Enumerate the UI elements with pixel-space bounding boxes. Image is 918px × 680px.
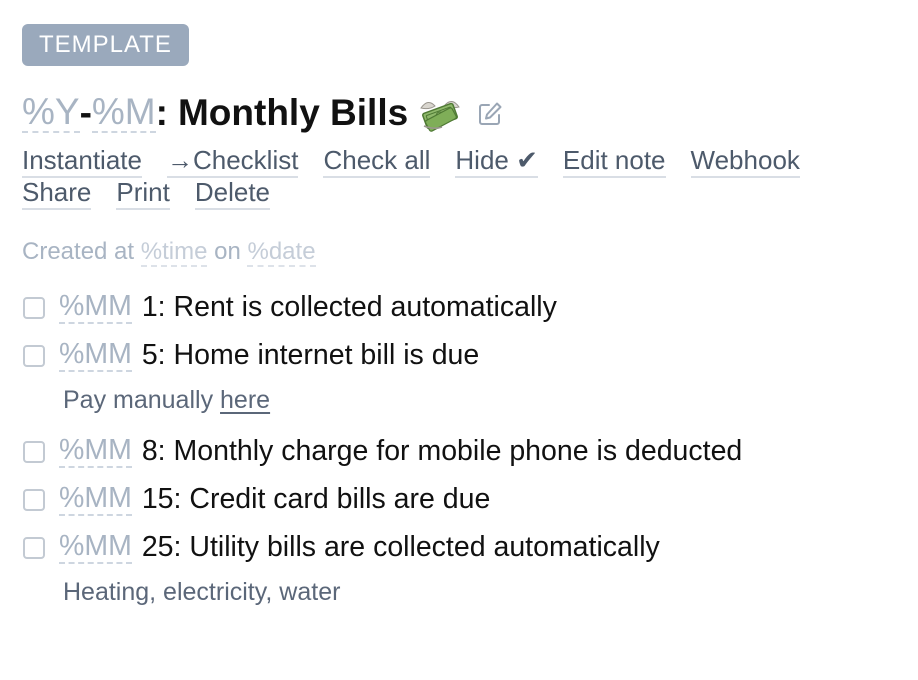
- item-text: 5: Home internet bill is due: [141, 339, 480, 372]
- month-placeholder: %M: [91, 90, 156, 134]
- action-bar: Instantiate →Checklist Check all Hide ✔ …: [22, 145, 918, 210]
- edit-note-link[interactable]: Edit note: [562, 145, 666, 178]
- time-placeholder: %time: [140, 237, 208, 267]
- title-separator: :: [155, 92, 168, 133]
- item-note: Heating, electricity, water: [22, 572, 918, 612]
- month-day-placeholder: %MM: [59, 289, 132, 324]
- month-day-placeholder: %MM: [59, 337, 132, 372]
- edit-icon[interactable]: [476, 95, 504, 125]
- pay-here-link[interactable]: here: [220, 386, 270, 414]
- item-text: 15: Credit card bills are due: [141, 483, 491, 516]
- money-with-wings-icon: [418, 94, 462, 132]
- to-checklist-link[interactable]: →Checklist: [166, 145, 299, 178]
- webhook-link[interactable]: Webhook: [690, 145, 800, 178]
- title-dash: -: [79, 92, 92, 133]
- page-title: %Y - %M : Monthly Bills: [22, 90, 918, 136]
- delete-link[interactable]: Delete: [194, 177, 271, 210]
- item-checkbox[interactable]: [23, 344, 45, 367]
- action-row-1: Instantiate →Checklist Check all Hide ✔ …: [22, 145, 918, 178]
- year-placeholder: %Y: [22, 90, 80, 134]
- item-note-text: Pay manually: [63, 385, 214, 414]
- item-checkbox[interactable]: [23, 488, 45, 511]
- instantiate-link[interactable]: Instantiate: [22, 145, 142, 178]
- note-page: TEMPLATE %Y - %M : Monthly Bills Instant…: [0, 0, 918, 680]
- print-link[interactable]: Print: [116, 177, 170, 210]
- action-row-2: Share Print Delete: [22, 177, 918, 210]
- hide-checked-link[interactable]: Hide ✔: [455, 145, 538, 178]
- item-note-text: Heating, electricity, water: [63, 577, 341, 606]
- created-line: Created at %time on %date: [22, 237, 918, 267]
- month-day-placeholder: %MM: [59, 529, 132, 564]
- month-day-placeholder: %MM: [59, 481, 132, 516]
- item-checkbox[interactable]: [23, 296, 45, 319]
- checklist-item: %MM 25: Utility bills are collected auto…: [22, 524, 918, 572]
- item-text: 25: Utility bills are collected automati…: [141, 531, 660, 564]
- item-checkbox[interactable]: [23, 536, 45, 559]
- checklist-item: %MM 5: Home internet bill is due: [22, 332, 918, 380]
- check-all-link[interactable]: Check all: [323, 145, 431, 178]
- item-text: 1: Rent is collected automatically: [141, 291, 557, 324]
- month-day-placeholder: %MM: [59, 433, 132, 468]
- created-prefix: Created at: [22, 237, 135, 265]
- created-on: on: [214, 237, 241, 265]
- item-note: Pay manually here: [22, 380, 918, 420]
- checklist-item: %MM 8: Monthly charge for mobile phone i…: [22, 428, 918, 476]
- date-placeholder: %date: [247, 237, 316, 267]
- title-text: Monthly Bills: [177, 92, 409, 133]
- checklist: %MM 1: Rent is collected automatically %…: [22, 284, 918, 612]
- item-checkbox[interactable]: [23, 440, 45, 463]
- checklist-item: %MM 1: Rent is collected automatically: [22, 284, 918, 332]
- checklist-item: %MM 15: Credit card bills are due: [22, 476, 918, 524]
- share-link[interactable]: Share: [22, 177, 92, 210]
- template-badge: TEMPLATE: [22, 24, 189, 66]
- item-text: 8: Monthly charge for mobile phone is de…: [141, 435, 743, 468]
